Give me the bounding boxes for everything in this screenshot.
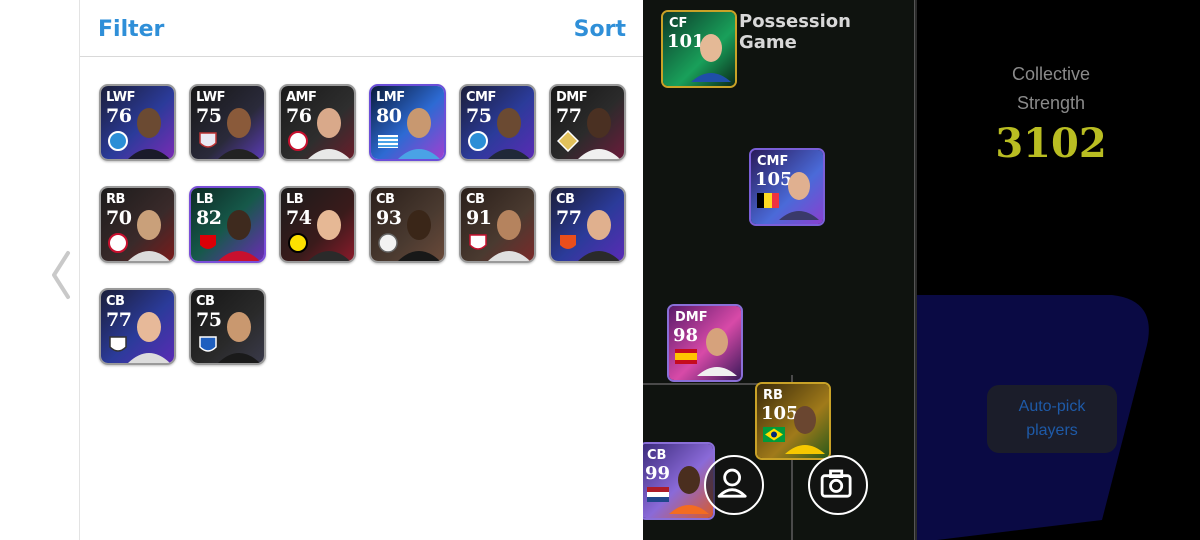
card-position: CB [106, 294, 125, 309]
collective-strength-label: Collective Strength [917, 60, 1185, 118]
player-card[interactable]: CB 91 [459, 186, 536, 263]
player-portrait [308, 108, 350, 159]
pitch-title: Possession Game [739, 11, 851, 53]
player-portrait [128, 210, 170, 261]
collective-strength-line2: Strength [1016, 93, 1086, 113]
camera-icon [820, 469, 852, 498]
player-card[interactable]: CMF 75 [459, 84, 536, 161]
pitch-player-card[interactable]: DMF 98 [667, 304, 743, 382]
card-position: CB [647, 448, 667, 463]
card-position: RB [106, 192, 125, 207]
collective-strength-value: 3102 [995, 120, 1107, 167]
card-position: CF [669, 16, 688, 31]
player-portrait [218, 312, 260, 363]
player-portrait [128, 312, 170, 363]
player-portrait [578, 210, 620, 261]
player-card[interactable]: LMF 80 [369, 84, 446, 161]
player-card[interactable]: AMF 76 [279, 84, 356, 161]
pitch-player-card[interactable]: RB 105 [755, 382, 831, 460]
card-position: LB [286, 192, 304, 207]
autopick-button[interactable]: Auto-pick players [987, 385, 1117, 453]
card-position: CB [376, 192, 395, 207]
player-card[interactable]: LWF 75 [189, 84, 266, 161]
player-card[interactable]: CB 75 [189, 288, 266, 365]
player-portrait [691, 34, 731, 82]
panel-header: Filter Sort [80, 0, 644, 57]
pitch-player-card[interactable]: CF 101 [661, 10, 737, 88]
pitch-player-card[interactable]: CMF 105 [749, 148, 825, 226]
filter-button[interactable]: Filter [98, 17, 164, 42]
player-card[interactable]: LB 74 [279, 186, 356, 263]
flag-icon [763, 427, 785, 442]
flag-icon [757, 193, 779, 208]
player-selection-panel: Filter Sort LWF 76 LWF 75 AMF 76 LMF 80 … [79, 0, 644, 540]
player-portrait [218, 210, 260, 261]
player-portrait [578, 108, 620, 159]
card-position: LB [196, 192, 214, 207]
card-position: RB [763, 388, 783, 403]
player-portrait [128, 108, 170, 159]
autopick-line1: Auto-pick [1018, 398, 1086, 415]
player-portrait [218, 108, 260, 159]
player-portrait [398, 210, 440, 261]
autopick-line2: players [1026, 422, 1078, 439]
player-card[interactable]: CB 77 [549, 186, 626, 263]
card-position: CB [196, 294, 215, 309]
pitch-area: Possession Game CF 101 CMF 105 DMF 98 RB… [643, 0, 915, 540]
player-portrait [398, 108, 440, 159]
team-summary: Collective Strength 3102 Auto-pick playe… [915, 0, 1200, 540]
card-position: CB [466, 192, 485, 207]
card-position: CB [556, 192, 575, 207]
player-portrait [779, 172, 819, 220]
person-icon [717, 468, 747, 498]
player-portrait [697, 328, 737, 376]
sort-button[interactable]: Sort [574, 17, 626, 42]
player-portrait [488, 108, 530, 159]
collective-strength-line1: Collective [1011, 64, 1091, 84]
player-card[interactable]: DMF 77 [549, 84, 626, 161]
player-card[interactable]: CB 77 [99, 288, 176, 365]
player-card[interactable]: LWF 76 [99, 84, 176, 161]
camera-button[interactable] [808, 455, 868, 515]
flag-icon [675, 349, 697, 364]
player-card[interactable]: RB 70 [99, 186, 176, 263]
player-card[interactable]: LB 82 [189, 186, 266, 263]
chevron-left-icon[interactable] [50, 250, 72, 300]
player-portrait [308, 210, 350, 261]
flag-icon [647, 487, 669, 502]
player-portrait [488, 210, 530, 261]
player-card[interactable]: CB 93 [369, 186, 446, 263]
profile-button[interactable] [704, 455, 764, 515]
player-portrait [785, 406, 825, 454]
